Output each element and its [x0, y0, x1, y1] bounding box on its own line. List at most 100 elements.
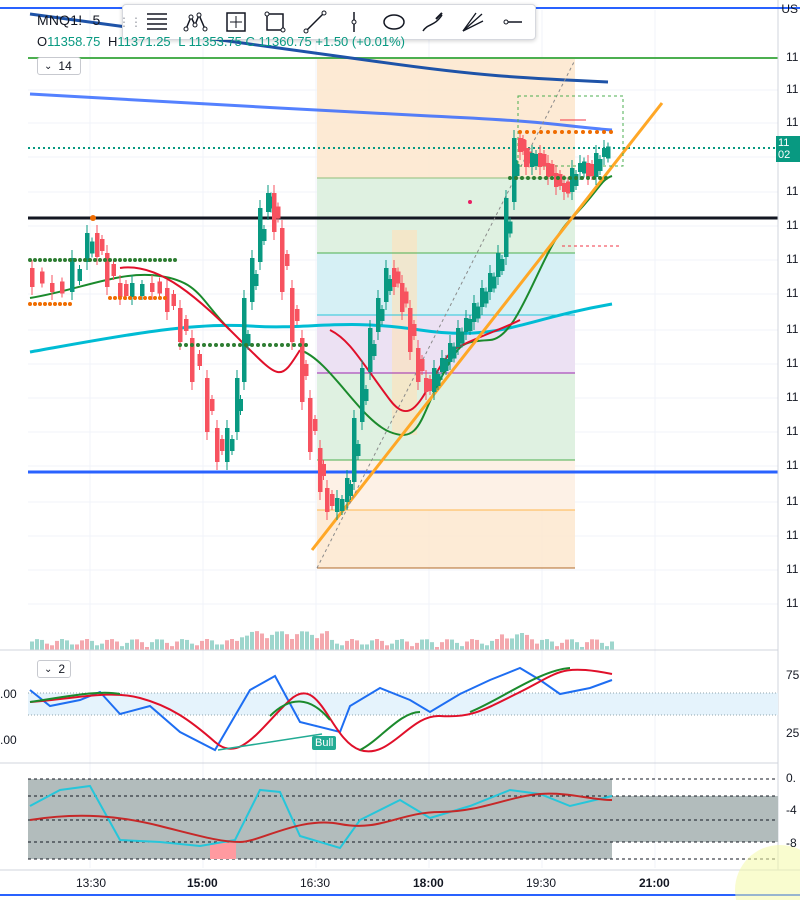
- ohlc-rest: L 11353.75 C 11360.75 +1.50 (+0.01%): [178, 34, 406, 49]
- candle-body: [276, 206, 281, 219]
- volume-bar: [520, 633, 524, 650]
- volume-bar: [265, 638, 269, 650]
- lower-right-label-4: -4: [786, 803, 797, 817]
- signal-dot: [588, 130, 592, 134]
- signal-dot: [153, 296, 157, 300]
- price-tick-label: 11: [786, 356, 799, 370]
- signal-dot: [268, 343, 272, 347]
- signal-dot: [514, 176, 518, 180]
- candle-body: [258, 208, 263, 262]
- candle-body: [368, 328, 373, 372]
- candle-body: [380, 309, 385, 321]
- candle-body: [590, 164, 595, 176]
- signal-dot: [148, 258, 152, 262]
- open-label: O: [37, 34, 48, 49]
- volume-bar: [445, 639, 449, 650]
- volume-bar: [595, 639, 599, 650]
- signal-dot: [468, 200, 472, 204]
- volume-bar: [55, 640, 59, 650]
- high-value: 11371.25: [117, 34, 171, 49]
- signal-dot: [148, 296, 152, 300]
- volume-bar: [210, 640, 214, 650]
- candle-body: [321, 464, 326, 476]
- candle-body: [238, 399, 243, 411]
- horizontal-ray-icon[interactable]: [493, 5, 533, 39]
- volume-bar: [410, 646, 414, 650]
- volume-bar: [565, 639, 569, 650]
- price-tick-label: 11: [786, 50, 799, 64]
- signal-dot: [63, 258, 67, 262]
- candle-body: [325, 488, 330, 512]
- candle-body: [85, 233, 90, 262]
- main-indicators-toggle[interactable]: ⌄ 14: [37, 57, 81, 75]
- candle-body: [530, 153, 535, 167]
- volume-bar: [370, 640, 374, 650]
- candle-body: [515, 164, 520, 176]
- volume-bar: [585, 642, 589, 650]
- candle-body: [340, 499, 345, 511]
- osc-left-label-1: .00: [0, 687, 17, 701]
- volume-bar: [355, 640, 359, 650]
- candle-body: [225, 428, 230, 462]
- price-tick-label: 11: [786, 528, 799, 542]
- signal-dot: [220, 343, 224, 347]
- candle-body: [372, 344, 377, 356]
- volume-bar: [250, 631, 254, 650]
- volume-bar: [510, 638, 514, 650]
- volume-bar: [130, 639, 134, 650]
- volume-bar: [500, 634, 504, 650]
- time-label: 21:00: [639, 876, 670, 890]
- candle-body: [504, 198, 509, 257]
- candle-body: [272, 193, 277, 232]
- volume-bar: [135, 639, 139, 650]
- candle-body: [295, 309, 300, 321]
- lower-right-label-0: 0.: [786, 771, 797, 785]
- candle-body: [60, 281, 65, 294]
- candle-body: [432, 368, 437, 392]
- volume-bar: [335, 643, 339, 650]
- current-price-tag: 11 02: [776, 136, 800, 162]
- signal-dot: [580, 176, 584, 180]
- signal-dot: [304, 343, 308, 347]
- fib-fan-icon[interactable]: [453, 5, 493, 39]
- candle-body: [488, 273, 493, 292]
- volume-bar: [185, 639, 189, 650]
- volume-bar: [420, 639, 424, 650]
- volume-bar: [365, 644, 369, 650]
- price-tick-label: 11: [786, 115, 799, 129]
- volume-bar: [270, 634, 274, 650]
- candle-body: [95, 233, 100, 257]
- candle-body: [594, 153, 599, 177]
- candle-body: [408, 308, 413, 352]
- signal-dot: [595, 130, 599, 134]
- volume-bar: [125, 642, 129, 650]
- volume-bar: [200, 640, 204, 650]
- brush-icon[interactable]: [414, 5, 454, 39]
- signal-dot: [88, 258, 92, 262]
- volume-bar: [290, 638, 294, 650]
- signal-dot: [544, 176, 548, 180]
- price-tick-label: 11: [786, 218, 799, 232]
- candle-body: [436, 374, 441, 386]
- osc-indicators-toggle[interactable]: ⌄ 2: [37, 660, 71, 678]
- signal-dot: [262, 343, 266, 347]
- volume-bar: [505, 638, 509, 650]
- volume-bar: [475, 639, 479, 650]
- signal-dot: [598, 176, 602, 180]
- volume-bar: [610, 641, 614, 650]
- interval[interactable]: 5: [92, 12, 100, 28]
- chart-canvas[interactable]: [0, 0, 800, 900]
- volume-bar: [260, 633, 264, 650]
- volume-bar: [545, 639, 549, 650]
- signal-dot: [48, 302, 52, 306]
- signal-dot: [28, 258, 32, 262]
- candle-body: [424, 378, 429, 392]
- signal-dot: [226, 343, 230, 347]
- price-tick-label: 11: [786, 424, 799, 438]
- ticker[interactable]: MNQ1!: [37, 12, 82, 28]
- volume-bar: [195, 645, 199, 650]
- signal-dot: [286, 343, 290, 347]
- chevron-down-icon: ⌄: [44, 60, 53, 72]
- candle-body: [254, 274, 259, 286]
- signal-dot: [78, 258, 82, 262]
